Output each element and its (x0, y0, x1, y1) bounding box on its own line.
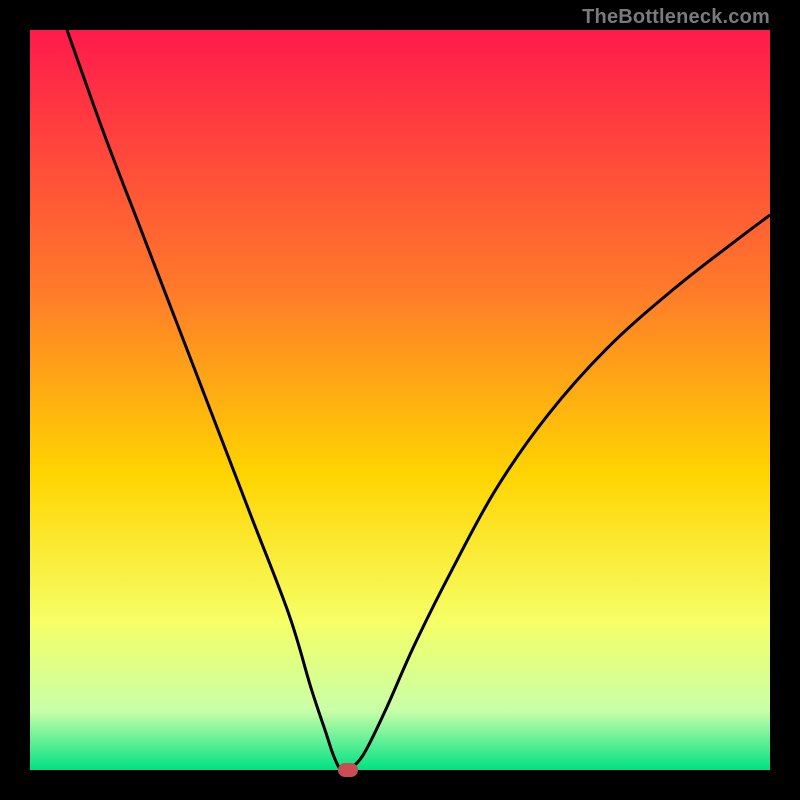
minimum-marker (338, 763, 358, 777)
curve-left-branch (67, 30, 348, 770)
chart-frame: TheBottleneck.com (0, 0, 800, 800)
plot-area (30, 30, 770, 770)
curve-right-branch (348, 215, 770, 770)
curve-layer (30, 30, 770, 770)
watermark-text: TheBottleneck.com (582, 6, 770, 29)
